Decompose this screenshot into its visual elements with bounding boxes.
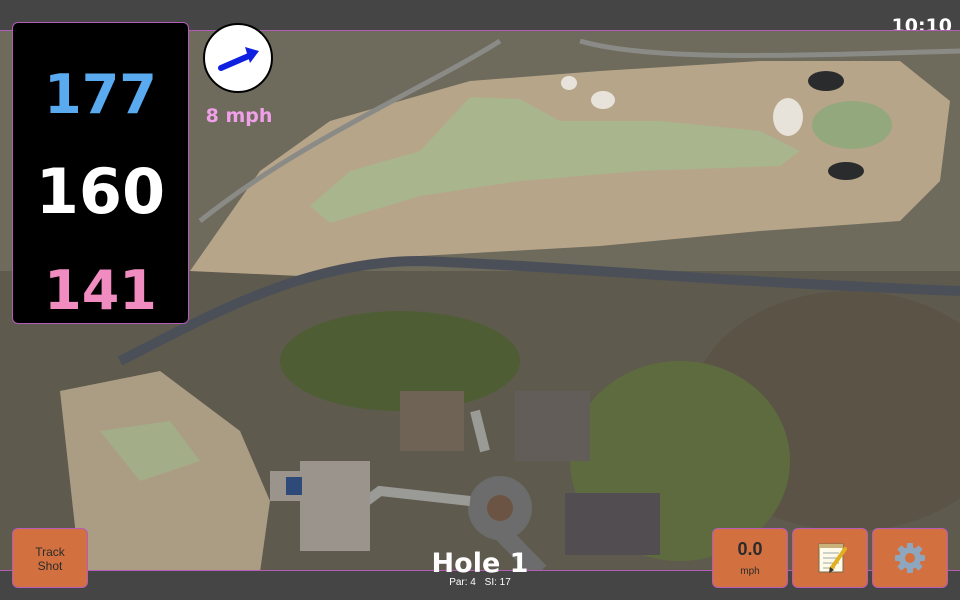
hole-par: Par: 4 [449, 577, 476, 588]
wind-speed: 8 mph [205, 105, 273, 127]
notepad-icon [818, 543, 847, 573]
gear-icon [895, 543, 925, 573]
track-shot-label-line2: Shot [37, 559, 63, 573]
speed-value: 0.0 [737, 539, 763, 559]
wind-direction-dial [203, 23, 273, 93]
notes-button[interactable] [792, 528, 868, 588]
settings-button[interactable] [872, 528, 948, 588]
hole-title: Hole 1 [431, 548, 529, 579]
wind-arrow-icon [218, 47, 259, 71]
speed-button[interactable]: 0.0 mph [712, 528, 788, 588]
yardage-panel: 177 160 141 [12, 22, 189, 324]
track-shot-button[interactable]: Track Shot [12, 528, 88, 588]
hole-stroke-index: SI: 17 [484, 577, 511, 588]
front-yardage: 141 [44, 259, 157, 322]
middle-yardage: 160 [35, 155, 166, 228]
back-yardage: 177 [44, 63, 157, 126]
track-shot-label-line1: Track [35, 545, 65, 559]
speed-unit: mph [740, 566, 760, 577]
hole-info: Par: 4 SI: 17 [400, 577, 560, 588]
